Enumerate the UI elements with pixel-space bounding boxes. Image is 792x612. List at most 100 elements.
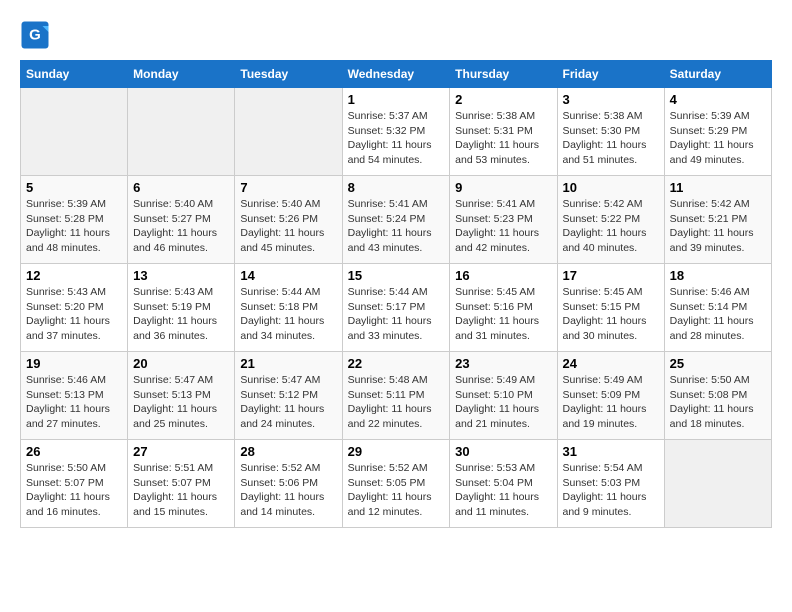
day-number: 20: [133, 356, 229, 371]
day-info: Sunrise: 5:47 AM Sunset: 5:13 PM Dayligh…: [133, 373, 229, 432]
day-number: 8: [348, 180, 445, 195]
calendar-cell: 12 Sunrise: 5:43 AM Sunset: 5:20 PM Dayli…: [21, 264, 128, 352]
day-number: 14: [240, 268, 336, 283]
calendar-cell: 17 Sunrise: 5:45 AM Sunset: 5:15 PM Dayli…: [557, 264, 664, 352]
day-info: Sunrise: 5:49 AM Sunset: 5:09 PM Dayligh…: [563, 373, 659, 432]
day-info: Sunrise: 5:52 AM Sunset: 5:05 PM Dayligh…: [348, 461, 445, 520]
day-info: Sunrise: 5:50 AM Sunset: 5:08 PM Dayligh…: [670, 373, 766, 432]
day-info: Sunrise: 5:40 AM Sunset: 5:27 PM Dayligh…: [133, 197, 229, 256]
week-row-2: 5Sunrise: 5:39 AM Sunset: 5:28 PM Daylig…: [21, 176, 772, 264]
day-number: 2: [455, 92, 551, 107]
day-number: 27: [133, 444, 229, 459]
calendar-cell: 29 Sunrise: 5:52 AM Sunset: 5:05 PM Dayli…: [342, 440, 450, 528]
calendar-cell: [21, 88, 128, 176]
day-number: 10: [563, 180, 659, 195]
day-number: 23: [455, 356, 551, 371]
calendar-table: SundayMondayTuesdayWednesdayThursdayFrid…: [20, 60, 772, 528]
calendar-cell: 30Sunrise: 5:53 AM Sunset: 5:04 PM Dayli…: [450, 440, 557, 528]
logo: G: [20, 20, 54, 50]
day-info: Sunrise: 5:45 AM Sunset: 5:15 PM Dayligh…: [563, 285, 659, 344]
calendar-cell: 11 Sunrise: 5:42 AM Sunset: 5:21 PM Dayli…: [664, 176, 771, 264]
calendar-cell: 28 Sunrise: 5:52 AM Sunset: 5:06 PM Dayli…: [235, 440, 342, 528]
day-info: Sunrise: 5:46 AM Sunset: 5:13 PM Dayligh…: [26, 373, 122, 432]
week-row-5: 26 Sunrise: 5:50 AM Sunset: 5:07 PM Dayli…: [21, 440, 772, 528]
calendar-cell: 19 Sunrise: 5:46 AM Sunset: 5:13 PM Dayli…: [21, 352, 128, 440]
day-number: 19: [26, 356, 122, 371]
day-info: Sunrise: 5:47 AM Sunset: 5:12 PM Dayligh…: [240, 373, 336, 432]
day-number: 16: [455, 268, 551, 283]
day-number: 4: [670, 92, 766, 107]
weekday-friday: Friday: [557, 61, 664, 88]
weekday-sunday: Sunday: [21, 61, 128, 88]
calendar-cell: 16Sunrise: 5:45 AM Sunset: 5:16 PM Dayli…: [450, 264, 557, 352]
day-number: 3: [563, 92, 659, 107]
day-info: Sunrise: 5:43 AM Sunset: 5:20 PM Dayligh…: [26, 285, 122, 344]
day-info: Sunrise: 5:41 AM Sunset: 5:24 PM Dayligh…: [348, 197, 445, 256]
day-number: 17: [563, 268, 659, 283]
day-number: 12: [26, 268, 122, 283]
weekday-saturday: Saturday: [664, 61, 771, 88]
calendar-cell: 18 Sunrise: 5:46 AM Sunset: 5:14 PM Dayli…: [664, 264, 771, 352]
calendar-body: 1Sunrise: 5:37 AM Sunset: 5:32 PM Daylig…: [21, 88, 772, 528]
day-info: Sunrise: 5:42 AM Sunset: 5:22 PM Dayligh…: [563, 197, 659, 256]
calendar-cell: [664, 440, 771, 528]
day-number: 18: [670, 268, 766, 283]
calendar-cell: 8 Sunrise: 5:41 AM Sunset: 5:24 PM Daylig…: [342, 176, 450, 264]
day-info: Sunrise: 5:46 AM Sunset: 5:14 PM Dayligh…: [670, 285, 766, 344]
calendar-cell: [235, 88, 342, 176]
calendar-cell: 22Sunrise: 5:48 AM Sunset: 5:11 PM Dayli…: [342, 352, 450, 440]
calendar-cell: 21 Sunrise: 5:47 AM Sunset: 5:12 PM Dayli…: [235, 352, 342, 440]
logo-icon: G: [20, 20, 50, 50]
day-info: Sunrise: 5:40 AM Sunset: 5:26 PM Dayligh…: [240, 197, 336, 256]
day-number: 15: [348, 268, 445, 283]
day-number: 25: [670, 356, 766, 371]
weekday-monday: Monday: [128, 61, 235, 88]
day-info: Sunrise: 5:51 AM Sunset: 5:07 PM Dayligh…: [133, 461, 229, 520]
day-number: 13: [133, 268, 229, 283]
day-number: 22: [348, 356, 445, 371]
week-row-3: 12 Sunrise: 5:43 AM Sunset: 5:20 PM Dayli…: [21, 264, 772, 352]
day-number: 6: [133, 180, 229, 195]
day-info: Sunrise: 5:50 AM Sunset: 5:07 PM Dayligh…: [26, 461, 122, 520]
day-number: 11: [670, 180, 766, 195]
day-info: Sunrise: 5:42 AM Sunset: 5:21 PM Dayligh…: [670, 197, 766, 256]
calendar-cell: 9Sunrise: 5:41 AM Sunset: 5:23 PM Daylig…: [450, 176, 557, 264]
day-info: Sunrise: 5:38 AM Sunset: 5:30 PM Dayligh…: [563, 109, 659, 168]
calendar-cell: 24 Sunrise: 5:49 AM Sunset: 5:09 PM Dayli…: [557, 352, 664, 440]
calendar-cell: 3 Sunrise: 5:38 AM Sunset: 5:30 PM Daylig…: [557, 88, 664, 176]
calendar-cell: 31 Sunrise: 5:54 AM Sunset: 5:03 PM Dayli…: [557, 440, 664, 528]
day-info: Sunrise: 5:38 AM Sunset: 5:31 PM Dayligh…: [455, 109, 551, 168]
day-number: 21: [240, 356, 336, 371]
weekday-wednesday: Wednesday: [342, 61, 450, 88]
day-number: 24: [563, 356, 659, 371]
calendar-cell: 13 Sunrise: 5:43 AM Sunset: 5:19 PM Dayli…: [128, 264, 235, 352]
calendar-cell: 20 Sunrise: 5:47 AM Sunset: 5:13 PM Dayli…: [128, 352, 235, 440]
day-info: Sunrise: 5:41 AM Sunset: 5:23 PM Dayligh…: [455, 197, 551, 256]
day-info: Sunrise: 5:54 AM Sunset: 5:03 PM Dayligh…: [563, 461, 659, 520]
calendar-cell: 5Sunrise: 5:39 AM Sunset: 5:28 PM Daylig…: [21, 176, 128, 264]
day-info: Sunrise: 5:49 AM Sunset: 5:10 PM Dayligh…: [455, 373, 551, 432]
weekday-header-row: SundayMondayTuesdayWednesdayThursdayFrid…: [21, 61, 772, 88]
calendar-cell: 6 Sunrise: 5:40 AM Sunset: 5:27 PM Daylig…: [128, 176, 235, 264]
calendar-cell: 23 Sunrise: 5:49 AM Sunset: 5:10 PM Dayli…: [450, 352, 557, 440]
day-info: Sunrise: 5:44 AM Sunset: 5:18 PM Dayligh…: [240, 285, 336, 344]
day-info: Sunrise: 5:53 AM Sunset: 5:04 PM Dayligh…: [455, 461, 551, 520]
svg-text:G: G: [29, 27, 41, 44]
day-info: Sunrise: 5:43 AM Sunset: 5:19 PM Dayligh…: [133, 285, 229, 344]
calendar-cell: 27 Sunrise: 5:51 AM Sunset: 5:07 PM Dayli…: [128, 440, 235, 528]
calendar-cell: 1Sunrise: 5:37 AM Sunset: 5:32 PM Daylig…: [342, 88, 450, 176]
day-number: 29: [348, 444, 445, 459]
day-number: 28: [240, 444, 336, 459]
day-number: 31: [563, 444, 659, 459]
day-number: 26: [26, 444, 122, 459]
day-number: 7: [240, 180, 336, 195]
calendar-cell: 4Sunrise: 5:39 AM Sunset: 5:29 PM Daylig…: [664, 88, 771, 176]
week-row-4: 19 Sunrise: 5:46 AM Sunset: 5:13 PM Dayli…: [21, 352, 772, 440]
calendar-cell: 14 Sunrise: 5:44 AM Sunset: 5:18 PM Dayli…: [235, 264, 342, 352]
page-header: G: [20, 20, 772, 50]
calendar-cell: 26 Sunrise: 5:50 AM Sunset: 5:07 PM Dayli…: [21, 440, 128, 528]
day-info: Sunrise: 5:52 AM Sunset: 5:06 PM Dayligh…: [240, 461, 336, 520]
calendar-cell: 25 Sunrise: 5:50 AM Sunset: 5:08 PM Dayli…: [664, 352, 771, 440]
calendar-cell: 2 Sunrise: 5:38 AM Sunset: 5:31 PM Daylig…: [450, 88, 557, 176]
calendar-cell: [128, 88, 235, 176]
